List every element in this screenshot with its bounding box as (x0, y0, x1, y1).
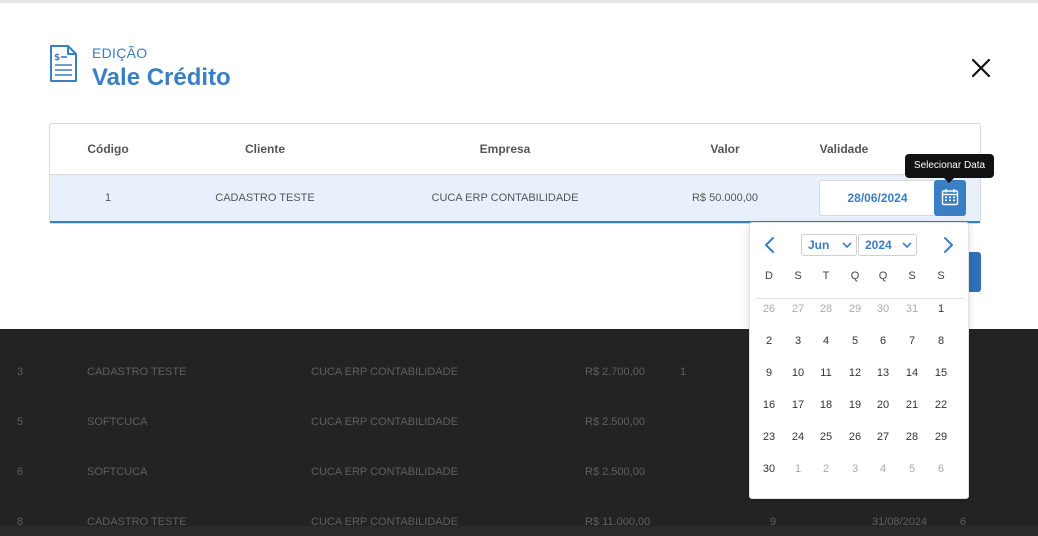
header-empresa: Empresa (479, 142, 531, 156)
calendar-day[interactable]: 28 (814, 299, 838, 319)
calendar-day[interactable]: 28 (900, 427, 924, 447)
cell-valor: R$ 50.000,00 (691, 192, 759, 204)
calendar-day[interactable]: 2 (814, 459, 838, 479)
calendar-day[interactable]: 16 (757, 395, 781, 415)
chevron-down-icon (902, 242, 912, 249)
select-date-button[interactable] (934, 180, 966, 216)
calendar-day[interactable]: 1 (786, 459, 810, 479)
calendar-day[interactable]: 5 (843, 331, 867, 351)
calendar-day[interactable]: 7 (900, 331, 924, 351)
weekday-label: T (822, 270, 830, 282)
credit-table: Código Cliente Empresa Valor Validade 1 … (49, 123, 981, 224)
table-row[interactable]: 1 CADASTRO TESTE CUCA ERP CONTABILIDADE … (50, 175, 980, 223)
calendar-day[interactable]: 5 (900, 459, 924, 479)
weekday-label: D (765, 270, 773, 282)
calendar-day[interactable]: 17 (786, 395, 810, 415)
calendar-day[interactable]: 18 (814, 395, 838, 415)
datepicker: Jun 2024 DSTQQSS 26 27 28 29 30 31 1 2 3 4 5 6 7 8 9 10… (749, 222, 969, 499)
calendar-day[interactable]: 9 (757, 363, 781, 383)
cell-cliente: CADASTRO TESTE (215, 192, 315, 204)
calendar-day[interactable]: 24 (786, 427, 810, 447)
validade-date-input[interactable]: 28/06/2024 (819, 180, 935, 216)
calendar-day[interactable]: 6 (871, 331, 895, 351)
calendar-day[interactable]: 15 (929, 363, 953, 383)
calendar-day[interactable]: 6 (929, 459, 953, 479)
cell-empresa: CUCA ERP CONTABILIDADE (431, 192, 579, 204)
calendar-day[interactable]: 22 (929, 395, 953, 415)
calendar-day[interactable]: 14 (900, 363, 924, 383)
header-validade: Validade (819, 142, 869, 156)
calendar-day[interactable]: 26 (843, 427, 867, 447)
close-icon[interactable] (968, 55, 994, 81)
calendar-day[interactable]: 26 (757, 299, 781, 319)
calendar-day[interactable]: 29 (843, 299, 867, 319)
chevron-right-icon[interactable] (938, 235, 958, 255)
calendar-day[interactable]: 27 (786, 299, 810, 319)
chevron-left-icon[interactable] (760, 235, 780, 255)
calendar-day[interactable]: 27 (871, 427, 895, 447)
calendar-day[interactable]: 20 (871, 395, 895, 415)
calendar-day[interactable]: 23 (757, 427, 781, 447)
calendar-day[interactable]: 19 (843, 395, 867, 415)
calendar-day[interactable]: 30 (757, 459, 781, 479)
year-select[interactable]: 2024 (858, 234, 917, 256)
calendar-day[interactable]: 10 (786, 363, 810, 383)
svg-text:$: $ (54, 53, 60, 63)
calendar-day[interactable]: 29 (929, 427, 953, 447)
modal-subtitle: EDIÇÃO (92, 45, 148, 61)
calendar-day[interactable]: 13 (871, 363, 895, 383)
calendar-day[interactable]: 31 (900, 299, 924, 319)
calendar-icon (941, 189, 959, 206)
calendar-day[interactable]: 25 (814, 427, 838, 447)
modal-title: Vale Crédito (92, 64, 231, 91)
calendar-day[interactable]: 11 (814, 363, 838, 383)
calendar-day[interactable]: 4 (871, 459, 895, 479)
calendar-day[interactable]: 8 (929, 331, 953, 351)
calendar-day[interactable]: 12 (843, 363, 867, 383)
document-dollar-icon: $ (50, 45, 77, 82)
chevron-down-icon (842, 242, 852, 249)
calendar-day[interactable]: 3 (786, 331, 810, 351)
select-date-tooltip: Selecionar Data (905, 154, 994, 183)
calendar-day[interactable]: 4 (814, 331, 838, 351)
header-cliente: Cliente (244, 142, 286, 156)
table-header: Código Cliente Empresa Valor Validade (50, 124, 980, 175)
weekday-label: S (937, 270, 945, 282)
header-valor: Valor (710, 142, 740, 156)
calendar-day[interactable]: 30 (871, 299, 895, 319)
weekday-label: Q (850, 270, 860, 282)
background-row: 8 CADASTRO TESTE CUCA ERP CONTABILIDADE … (17, 516, 967, 528)
weekday-label: Q (878, 270, 888, 282)
calendar-day[interactable]: 1 (929, 299, 953, 319)
header-codigo: Código (87, 142, 129, 156)
weekday-label: S (908, 270, 916, 282)
cell-codigo: 1 (104, 192, 112, 204)
calendar-day[interactable]: 21 (900, 395, 924, 415)
weekday-label: S (794, 270, 802, 282)
calendar-day[interactable]: 3 (843, 459, 867, 479)
calendar-day[interactable]: 2 (757, 331, 781, 351)
month-select[interactable]: Jun (801, 234, 857, 256)
